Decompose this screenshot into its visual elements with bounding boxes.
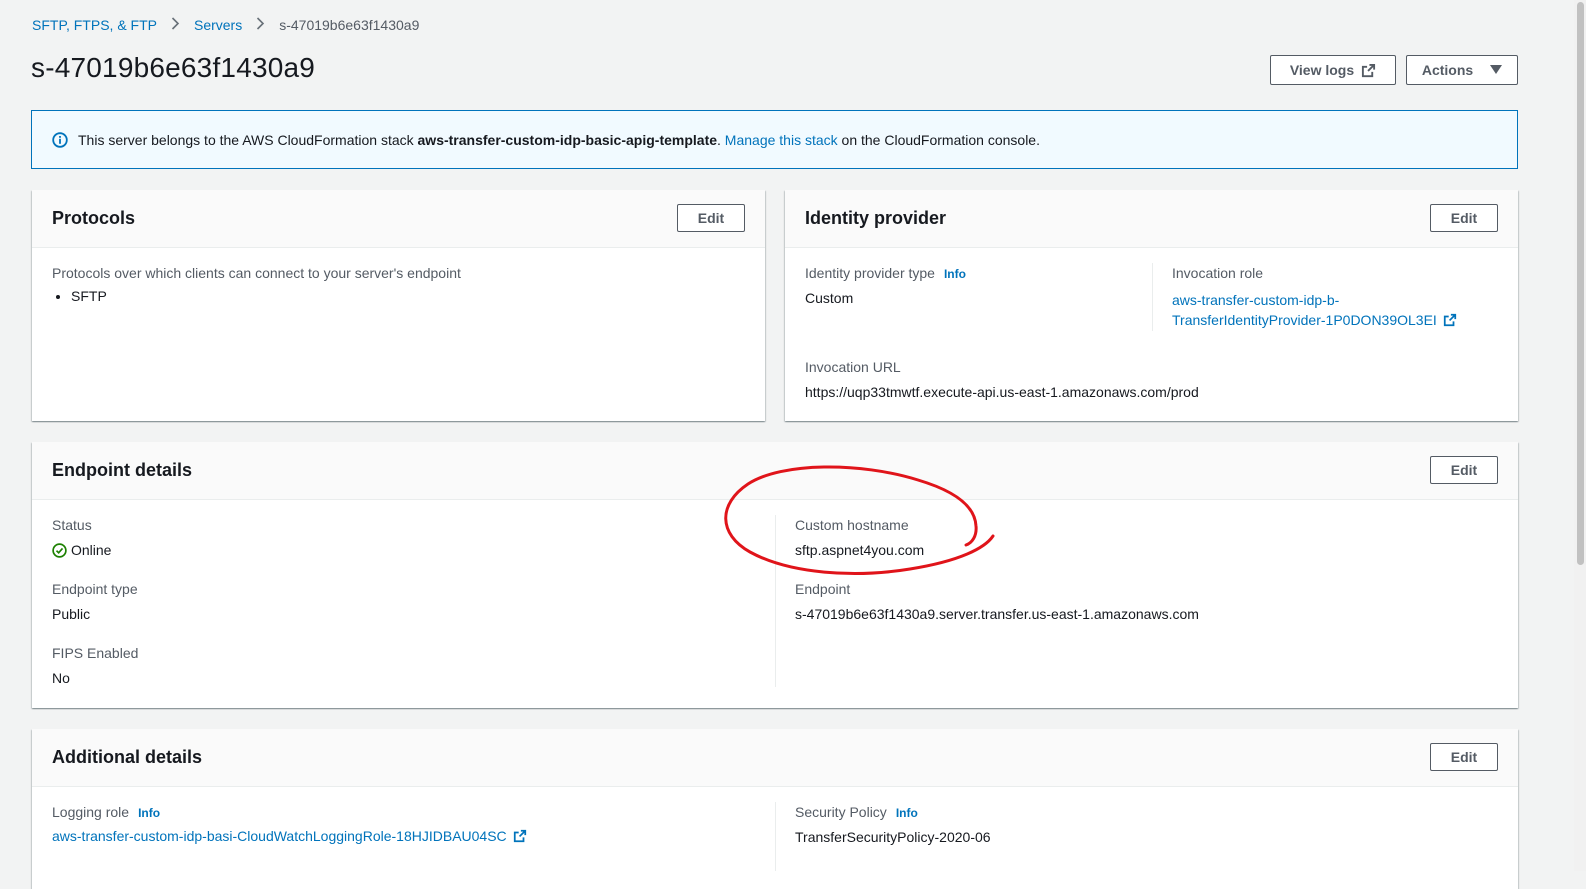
alert-period: . bbox=[717, 131, 721, 148]
invocation-url-label: Invocation URL bbox=[805, 359, 901, 375]
breadcrumb-link-sftp[interactable]: SFTP, FTPS, & FTP bbox=[32, 17, 157, 33]
logging-role-label: Logging role Info bbox=[52, 804, 160, 820]
custom-hostname-value: sftp.aspnet4you.com bbox=[795, 542, 925, 558]
breadcrumb-current: s-47019b6e63f1430a9 bbox=[279, 17, 420, 33]
logging-role-label-text: Logging role bbox=[52, 804, 130, 820]
invocation-role-line1: aws-transfer-custom-idp-b- bbox=[1172, 292, 1340, 308]
breadcrumb: SFTP, FTPS, & FTP Servers s-47019b6e63f1… bbox=[32, 17, 419, 33]
column-divider bbox=[1152, 263, 1153, 331]
endpoint-label: Endpoint bbox=[795, 581, 851, 597]
identity-provider-title: Identity provider bbox=[805, 208, 947, 228]
external-link-icon bbox=[1354, 63, 1376, 78]
page-scrollbar[interactable] bbox=[1574, 0, 1586, 871]
status-label: Status bbox=[52, 517, 92, 533]
chevron-right-icon bbox=[256, 17, 265, 33]
endpoint-details-header: Endpoint details Edit bbox=[32, 442, 1518, 500]
logging-role-link[interactable]: aws-transfer-custom-idp-basi-CloudWatchL… bbox=[52, 828, 527, 846]
page-title: s-47019b6e63f1430a9 bbox=[31, 52, 316, 83]
breadcrumb-link-servers[interactable]: Servers bbox=[194, 17, 242, 33]
cloudformation-info-alert: This server belongs to the AWS CloudForm… bbox=[31, 110, 1518, 169]
actions-label: Actions bbox=[1421, 62, 1474, 78]
column-divider bbox=[775, 515, 776, 687]
status-value: Online bbox=[52, 542, 111, 558]
scrollbar-thumb[interactable] bbox=[1577, 2, 1584, 565]
column-divider bbox=[775, 802, 776, 871]
logging-role-value: aws-transfer-custom-idp-basi-CloudWatchL… bbox=[52, 828, 507, 844]
security-policy-label-text: Security Policy bbox=[795, 804, 887, 820]
fips-value: No bbox=[52, 670, 70, 686]
security-policy-label: Security Policy Info bbox=[795, 804, 918, 820]
protocols-description: Protocols over which clients can connect… bbox=[52, 265, 461, 281]
actions-dropdown-button[interactable]: Actions bbox=[1406, 55, 1518, 85]
chevron-right-icon bbox=[171, 17, 180, 33]
protocols-edit-button[interactable]: Edit bbox=[677, 204, 745, 232]
alert-suffix: on the CloudFormation console. bbox=[837, 131, 1040, 148]
identity-type-label: Identity provider type Info bbox=[805, 265, 966, 281]
identity-type-info-link[interactable]: Info bbox=[944, 267, 966, 281]
endpoint-type-value: Public bbox=[52, 606, 91, 622]
protocols-list: SFTP bbox=[52, 288, 107, 304]
invocation-role-line2: TransferIdentityProvider-1P0DON39OL3EI bbox=[1172, 312, 1437, 328]
view-logs-button[interactable]: View logs bbox=[1270, 55, 1396, 85]
security-policy-value: TransferSecurityPolicy-2020-06 bbox=[795, 829, 991, 845]
protocol-item: SFTP bbox=[71, 288, 107, 304]
external-link-icon bbox=[513, 829, 527, 846]
custom-hostname-label: Custom hostname bbox=[795, 517, 909, 533]
identity-type-label-text: Identity provider type bbox=[805, 265, 935, 281]
additional-details-header: Additional details Edit bbox=[32, 729, 1518, 787]
additional-details-edit-button[interactable]: Edit bbox=[1430, 743, 1498, 771]
view-logs-label: View logs bbox=[1289, 62, 1355, 78]
identity-type-value: Custom bbox=[805, 290, 854, 306]
alert-stack-name: aws-transfer-custom-idp-basic-apig-templ… bbox=[417, 131, 718, 148]
protocols-title: Protocols bbox=[52, 208, 136, 228]
endpoint-value: s-47019b6e63f1430a9.server.transfer.us-e… bbox=[795, 606, 1199, 622]
manage-stack-link[interactable]: Manage this stack bbox=[725, 132, 838, 148]
protocols-header: Protocols Edit bbox=[32, 190, 765, 248]
fips-label: FIPS Enabled bbox=[52, 645, 139, 661]
identity-provider-edit-button[interactable]: Edit bbox=[1430, 204, 1498, 232]
invocation-role-label: Invocation role bbox=[1172, 265, 1264, 281]
additional-details-title: Additional details bbox=[52, 747, 203, 767]
status-success-icon bbox=[52, 542, 67, 558]
invocation-role-link[interactable]: aws-transfer-custom-idp-b- TransferIdent… bbox=[1172, 290, 1457, 332]
info-circle-icon bbox=[52, 131, 68, 148]
status-text: Online bbox=[71, 542, 112, 558]
logging-role-info-link[interactable]: Info bbox=[138, 806, 160, 820]
caret-down-icon bbox=[1483, 65, 1503, 75]
invocation-url-value: https://uqp33tmwtf.execute-api.us-east-1… bbox=[805, 384, 1199, 400]
protocols-panel: Protocols Edit bbox=[32, 190, 765, 421]
identity-provider-header: Identity provider Edit bbox=[785, 190, 1518, 248]
security-policy-info-link[interactable]: Info bbox=[896, 806, 918, 820]
endpoint-details-title: Endpoint details bbox=[52, 460, 193, 480]
alert-prefix: This server belongs to the AWS CloudForm… bbox=[78, 131, 418, 148]
external-link-icon bbox=[1443, 312, 1457, 332]
endpoint-type-label: Endpoint type bbox=[52, 581, 138, 597]
endpoint-details-edit-button[interactable]: Edit bbox=[1430, 456, 1498, 484]
